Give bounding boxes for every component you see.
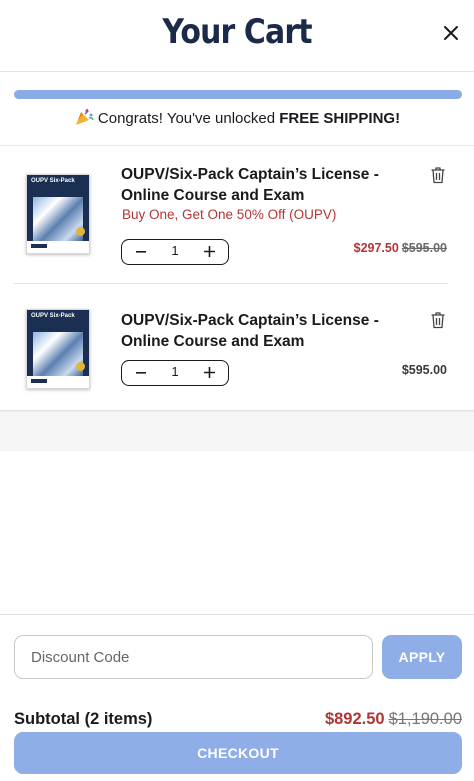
item-price: $595.00: [402, 363, 447, 377]
thumbnail-photo: [33, 332, 83, 376]
page-title: Your Cart: [162, 12, 312, 52]
product-thumbnail[interactable]: OUPV Six-Pack: [26, 309, 90, 389]
cart-item: OUPV Six-Pack OUPV/Six-Pack Captain’s Li…: [0, 146, 474, 284]
subtotal-sale-price: $892.50: [324, 710, 385, 728]
thumbnail-footer: [27, 376, 89, 388]
thumbnail-badge: [76, 227, 85, 236]
quantity-stepper: 1: [121, 360, 229, 386]
subtotal-label: Subtotal (2 items): [14, 710, 153, 728]
shipping-message-bold: FREE SHIPPING!: [279, 110, 401, 127]
thumbnail-photo: [33, 197, 83, 241]
cart-item: OUPV Six-Pack OUPV/Six-Pack Captain’s Li…: [0, 284, 474, 411]
shipping-message-text: Congrats! You've unlocked: [97, 110, 276, 127]
decrease-quantity-button[interactable]: [124, 361, 158, 384]
decrease-quantity-button[interactable]: [124, 240, 158, 263]
cart-footer: APPLY Subtotal (2 items) $892.50$1,190.0…: [0, 614, 474, 781]
quantity-value[interactable]: 1: [158, 243, 192, 258]
shipping-progress-bar: [14, 90, 462, 99]
regular-price: $595.00: [401, 363, 447, 377]
increase-quantity-button[interactable]: [192, 361, 226, 384]
subtotal-original-price: $1,190.00: [388, 710, 462, 728]
thumbnail-title: OUPV Six-Pack: [31, 178, 75, 184]
party-popper-icon: [74, 108, 94, 126]
increase-quantity-button[interactable]: [192, 240, 226, 263]
discount-code-input[interactable]: [14, 635, 373, 679]
product-name[interactable]: OUPV/Six-Pack Captain’s License - Online…: [121, 164, 427, 206]
sale-price: $297.50: [353, 241, 399, 255]
thumbnail-footer: [27, 241, 89, 253]
free-shipping-banner: Congrats! You've unlocked FREE SHIPPING!: [0, 72, 474, 146]
quantity-stepper: 1: [121, 239, 229, 265]
product-thumbnail[interactable]: OUPV Six-Pack: [26, 174, 90, 254]
subtotal-value: $892.50 $1,190.00: [325, 710, 462, 729]
cart-header: Your Cart: [0, 0, 474, 72]
close-icon[interactable]: [436, 18, 466, 48]
shipping-message: Congrats! You've unlocked FREE SHIPPING!: [0, 108, 474, 127]
thumbnail-title: OUPV Six-Pack: [31, 313, 75, 319]
cart-list-end: [0, 411, 474, 451]
checkout-button[interactable]: CHECKOUT: [14, 732, 462, 774]
promo-text: Buy One, Get One 50% Off (OUPV): [122, 207, 337, 222]
thumbnail-badge: [76, 362, 85, 371]
apply-discount-button[interactable]: APPLY: [382, 635, 462, 679]
original-price: $595.00: [401, 241, 447, 255]
trash-icon[interactable]: [430, 166, 446, 184]
trash-icon[interactable]: [430, 311, 446, 329]
item-price: $297.50 $595.00: [354, 241, 447, 255]
quantity-value[interactable]: 1: [158, 364, 192, 379]
product-name[interactable]: OUPV/Six-Pack Captain’s License - Online…: [121, 310, 427, 352]
